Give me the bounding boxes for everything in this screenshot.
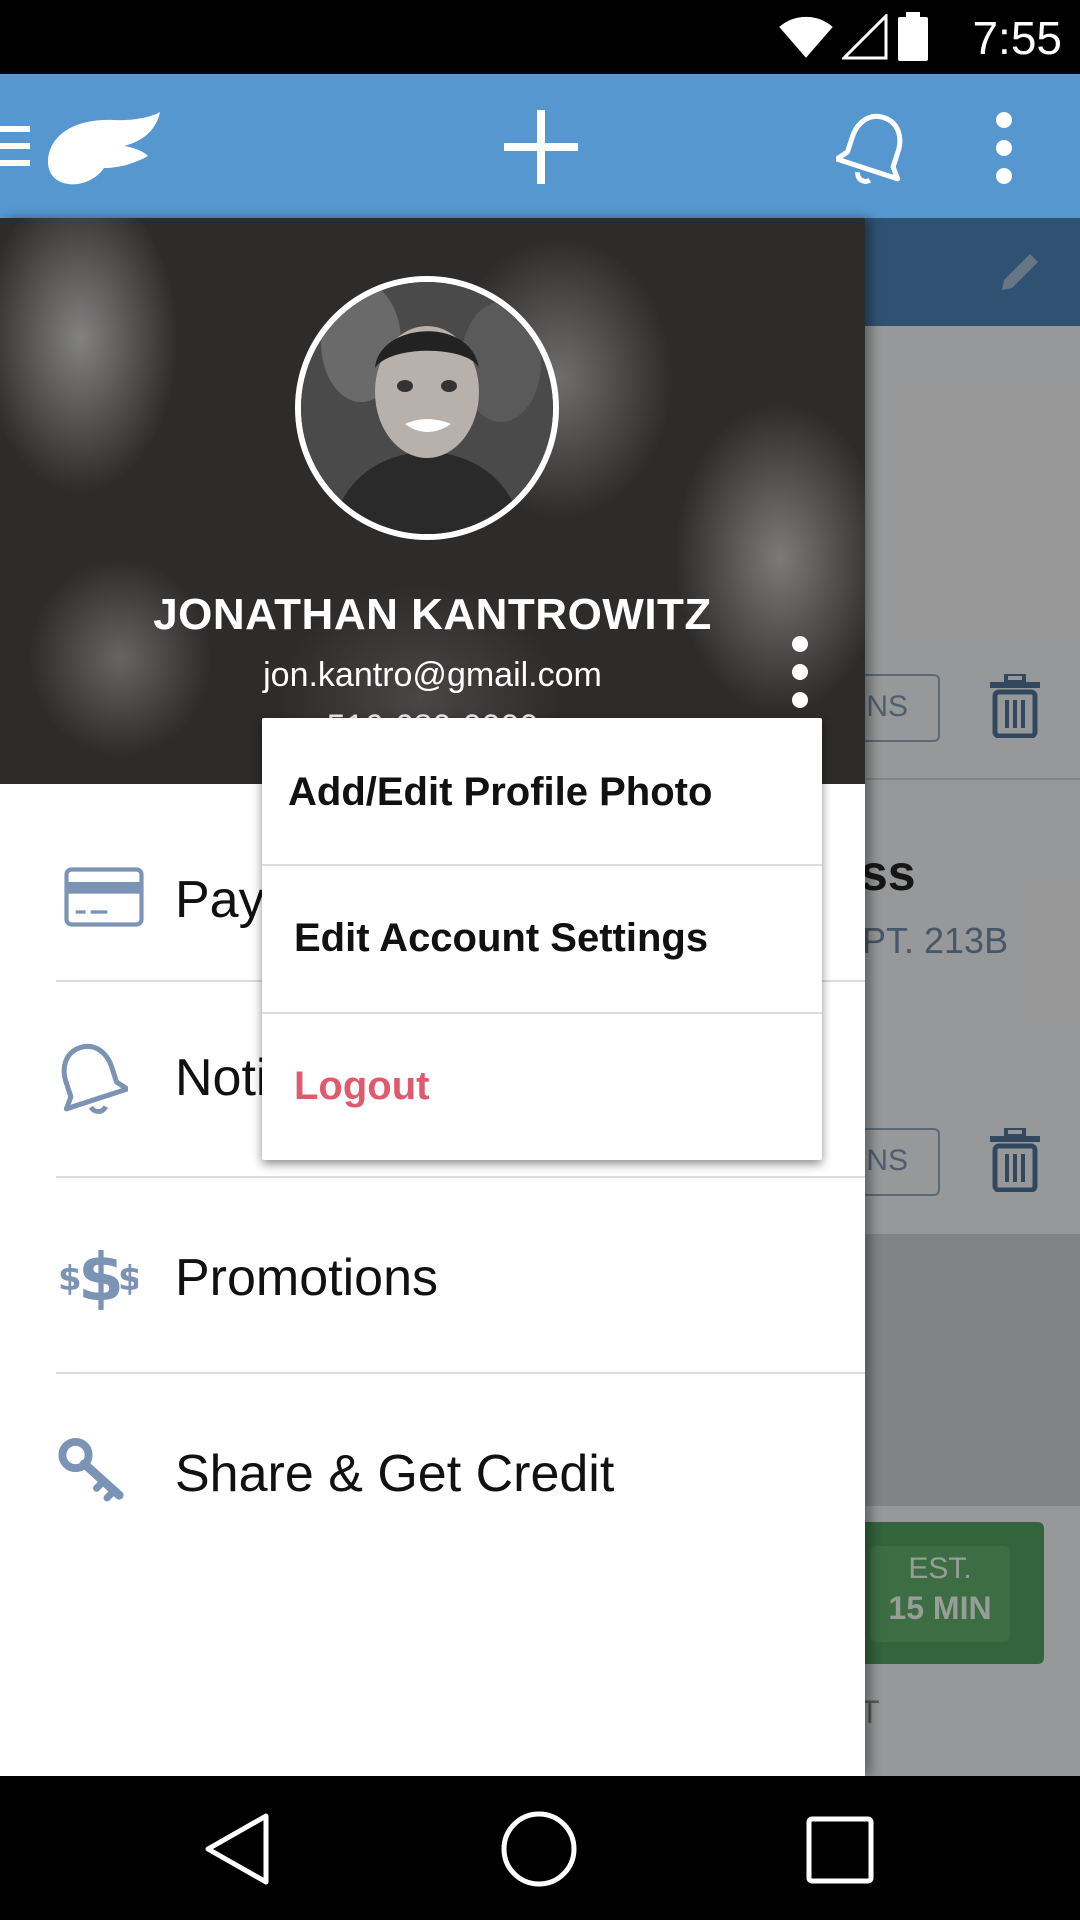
drawer-header: JONATHAN KANTROWITZ jon.kantro@gmail.com… — [0, 218, 865, 784]
add-icon[interactable] — [504, 110, 578, 184]
menu-item-label: Noti — [175, 1049, 268, 1107]
menu-item-label: Promotions — [175, 1249, 438, 1307]
bell-icon[interactable] — [836, 110, 912, 186]
wifi-icon — [779, 16, 833, 58]
avatar-image — [301, 282, 553, 534]
credit-card-icon — [64, 867, 144, 927]
popup-item-label: Edit Account Settings — [294, 916, 709, 960]
svg-text:$: $ — [118, 1259, 138, 1299]
home-icon[interactable] — [500, 1810, 578, 1888]
profile-more-icon[interactable] — [786, 632, 814, 712]
menu-item-label: Share & Get Credit — [175, 1445, 615, 1503]
more-vertical-icon[interactable] — [992, 110, 1016, 186]
profile-popup-menu: Add/Edit Profile Photo Edit Account Sett… — [262, 718, 822, 1160]
menu-item-promotions[interactable]: $ $ $ Promotions — [0, 1178, 865, 1374]
menu-item-label: Pay — [175, 871, 265, 929]
avatar[interactable] — [295, 276, 559, 540]
app-bar — [0, 74, 1080, 218]
menu-item-share[interactable]: Share & Get Credit — [0, 1374, 865, 1570]
user-email: jon.kantro@gmail.com — [263, 656, 602, 694]
signal-icon — [842, 14, 888, 60]
bell-outline-icon — [61, 1043, 128, 1115]
popup-item-label: Add/Edit Profile Photo — [288, 770, 713, 814]
wing-logo-icon[interactable] — [44, 110, 162, 186]
status-bar: 7:55 — [0, 0, 1080, 74]
menu-item-logout[interactable]: Logout — [262, 1014, 822, 1160]
user-name: JONATHAN KANTROWITZ — [153, 590, 712, 639]
status-icons — [778, 12, 930, 62]
dollar-signs-icon: $ $ $ — [58, 1239, 138, 1310]
system-nav-bar — [0, 1776, 1080, 1920]
recents-icon[interactable] — [806, 1816, 874, 1884]
menu-item-edit-account-settings[interactable]: Edit Account Settings — [262, 866, 822, 1012]
status-time: 7:55 — [972, 12, 1062, 64]
menu-icon[interactable] — [0, 124, 30, 168]
menu-item-add-edit-photo[interactable]: Add/Edit Profile Photo — [262, 718, 822, 864]
back-icon[interactable] — [204, 1812, 270, 1886]
popup-item-label: Logout — [294, 1064, 430, 1108]
key-icon — [58, 1437, 124, 1502]
battery-icon — [898, 12, 928, 61]
